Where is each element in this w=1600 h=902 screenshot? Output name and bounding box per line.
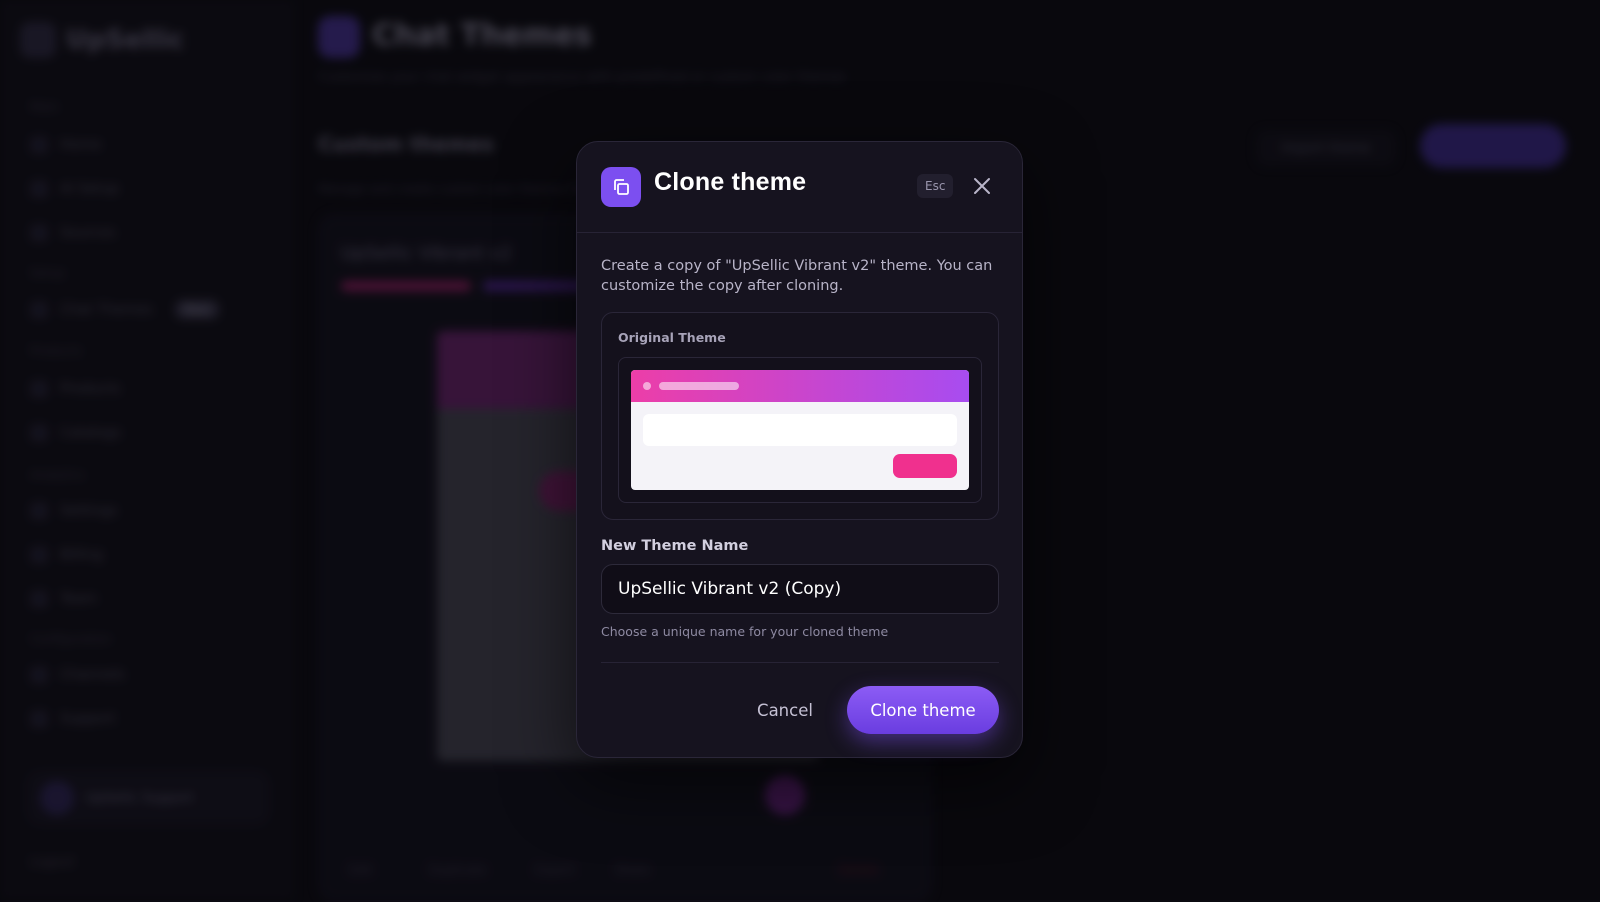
new-theme-name-input[interactable]: [601, 564, 999, 614]
clone-theme-button[interactable]: Clone theme: [847, 686, 999, 734]
copy-icon: [601, 167, 641, 207]
dialog-header: Clone theme Esc: [577, 142, 1022, 233]
dialog-title: Clone theme: [654, 168, 807, 196]
esc-shortcut-badge: Esc: [917, 174, 954, 198]
new-theme-name-label: New Theme Name: [601, 538, 749, 554]
footer-divider: [601, 662, 999, 663]
close-icon[interactable]: [969, 173, 995, 199]
preview-header: [631, 370, 969, 402]
preview-title-bar: [659, 382, 739, 390]
preview-message-box: [643, 414, 957, 446]
dialog-description: Create a copy of "UpSellic Vibrant v2" t…: [601, 258, 993, 294]
original-theme-preview: [618, 357, 982, 503]
original-theme-panel: Original Theme: [601, 312, 999, 520]
preview-status-dot: [643, 382, 651, 390]
cancel-button[interactable]: Cancel: [735, 686, 835, 734]
clone-theme-dialog: Clone theme Esc Create a copy of "UpSell…: [576, 141, 1023, 758]
original-theme-label: Original Theme: [618, 330, 726, 345]
new-theme-name-hint: Choose a unique name for your cloned the…: [601, 624, 889, 639]
preview-button: [893, 454, 957, 478]
chat-widget-preview: [631, 370, 969, 490]
